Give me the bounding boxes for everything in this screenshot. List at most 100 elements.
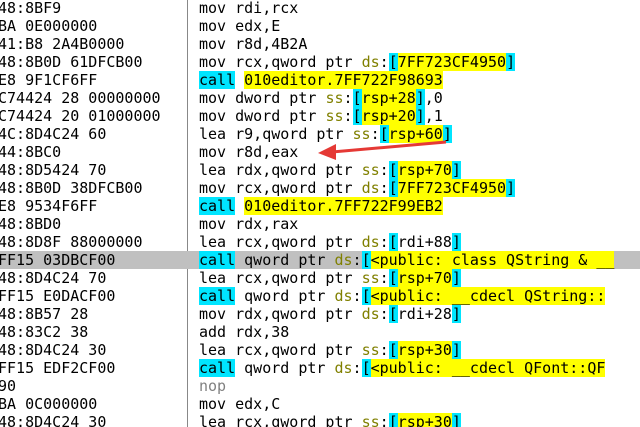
instruction-row[interactable]: 48:8BF9 mov rdi,rcx	[0, 0, 640, 17]
instruction-disasm: call qword ptr ds:[<public: class QStrin…	[199, 251, 615, 269]
instruction-row[interactable]: 48:8D8F 88000000 lea rcx,qword ptr ds:[rd…	[0, 233, 640, 251]
instruction-bytes: 48:8D5424 70	[0, 161, 107, 179]
instruction-operands: qword ptr ds:[<public: __cdecl QFont::QF	[244, 359, 606, 377]
instruction-bytes: 48:8D8F 88000000	[0, 233, 143, 251]
instruction-disasm: mov dword ptr ss:[rsp+28],0	[199, 89, 443, 107]
instruction-bytes: 48:8B0D 38DFCB00	[0, 179, 143, 197]
instruction-bytes: E8 9534F6FF	[0, 197, 98, 215]
instruction-disasm: call 010editor.7FF722F98693	[199, 71, 443, 89]
instruction-disasm: lea rcx,qword ptr ss:[rsp+30]	[199, 341, 461, 359]
instruction-mnemonic: lea	[199, 161, 227, 179]
instruction-bytes: C74424 28 00000000	[0, 89, 161, 107]
instruction-bytes: 48:8B57 28	[0, 305, 89, 323]
instruction-operands: 010editor.7FF722F98693	[244, 71, 443, 89]
instruction-disasm: lea rdx,qword ptr ss:[rsp+70]	[199, 161, 461, 179]
instruction-mnemonic: add	[199, 323, 227, 341]
instruction-bytes: 90	[0, 377, 17, 395]
instruction-bytes: 48:8D4C24 30	[0, 341, 107, 359]
instruction-row[interactable]: 90 nop	[0, 377, 640, 395]
instruction-mnemonic: mov	[199, 107, 227, 125]
instruction-bytes: 41:B8 2A4B0000	[0, 35, 125, 53]
instruction-bytes: E8 9F1CF6FF	[0, 71, 98, 89]
instruction-disasm: call qword ptr ds:[<public: __cdecl QStr…	[199, 287, 606, 305]
instruction-mnemonic: mov	[199, 179, 227, 197]
instruction-bytes: 44:8BC0	[0, 143, 62, 161]
instruction-bytes: BA 0C000000	[0, 395, 98, 413]
instruction-row[interactable]: 48:8B0D 38DFCB00 mov rcx,qword ptr ds:[7F…	[0, 179, 640, 197]
instruction-mnemonic: call	[199, 251, 236, 269]
instruction-mnemonic: lea	[199, 413, 227, 427]
instruction-disasm: call 010editor.7FF722F99EB2	[199, 197, 443, 215]
instruction-row[interactable]: 48:83C2 38 add rdx,38	[0, 323, 640, 341]
instruction-disasm: mov rcx,qword ptr ds:[7FF723CF4950]	[199, 53, 516, 71]
instruction-operands: rcx,qword ptr ss:[rsp+30]	[235, 413, 461, 427]
instruction-disasm: nop	[199, 377, 235, 395]
instruction-operands: dword ptr ss:[rsp+20],1	[235, 107, 443, 125]
instruction-operands: rcx,qword ptr ds:[rdi+88]	[235, 233, 461, 251]
instruction-row[interactable]: E8 9F1CF6FF call 010editor.7FF722F98693	[0, 71, 640, 89]
instruction-disasm: mov rdx,qword ptr ds:[rdi+28]	[199, 305, 461, 323]
instruction-row[interactable]: FF15 E0DACF00 call qword ptr ds:[<public:…	[0, 287, 640, 305]
instruction-mnemonic: mov	[199, 395, 227, 413]
instruction-mnemonic: call	[199, 71, 236, 89]
instruction-row[interactable]: C74424 20 01000000 mov dword ptr ss:[rsp+…	[0, 107, 640, 125]
instruction-operands: edx,C	[235, 395, 281, 413]
instruction-bytes: FF15 03DBCF00	[0, 251, 116, 269]
instruction-operands: r8d,eax	[235, 143, 299, 161]
disassembly-view[interactable]: 48:8BF9 mov rdi,rcx BA 0E000000 mov edx,E 41…	[0, 0, 640, 427]
instruction-bytes: 48:8BD0	[0, 215, 62, 233]
instruction-row[interactable]: FF15 03DBCF00 call qword ptr ds:[<public:…	[0, 251, 640, 269]
instruction-operands: dword ptr ss:[rsp+28],0	[235, 89, 443, 107]
instruction-disasm: mov dword ptr ss:[rsp+20],1	[199, 107, 443, 125]
instruction-row[interactable]: FF15 EDF2CF00 call qword ptr ds:[<public:…	[0, 359, 640, 377]
instruction-row[interactable]: 48:8D4C24 30 lea rcx,qword ptr ss:[rsp+30…	[0, 341, 640, 359]
instruction-row[interactable]: E8 9534F6FF call 010editor.7FF722F99EB2	[0, 197, 640, 215]
instruction-mnemonic: call	[199, 287, 236, 305]
instruction-row[interactable]: 41:B8 2A4B0000 mov r8d,4B2A	[0, 35, 640, 53]
instruction-operands: rcx,qword ptr ss:[rsp+30]	[235, 341, 461, 359]
instruction-bytes: FF15 E0DACF00	[0, 287, 116, 305]
instruction-row[interactable]: BA 0E000000 mov edx,E	[0, 17, 640, 35]
instruction-operands: qword ptr ds:[<public: __cdecl QString::	[244, 287, 606, 305]
instruction-bytes: C74424 20 01000000	[0, 107, 161, 125]
instruction-disasm: lea rcx,qword ptr ss:[rsp+70]	[199, 269, 461, 287]
instruction-operands: rdx,rax	[235, 215, 299, 233]
instruction-disasm: lea rcx,qword ptr ds:[rdi+88]	[199, 233, 461, 251]
instruction-mnemonic: mov	[199, 305, 227, 323]
instruction-disasm: mov r8d,eax	[199, 143, 298, 161]
instruction-bytes: 48:83C2 38	[0, 323, 89, 341]
instruction-operands: rdx,qword ptr ss:[rsp+70]	[235, 161, 461, 179]
instruction-bytes: 48:8B0D 61DFCB00	[0, 53, 143, 71]
instruction-bytes: 48:8D4C24 70	[0, 269, 107, 287]
instruction-row[interactable]: 48:8BD0 mov rdx,rax	[0, 215, 640, 233]
instruction-operands: rcx,qword ptr ds:[7FF723CF4950]	[235, 179, 516, 197]
instruction-operands: rcx,qword ptr ds:[7FF723CF4950]	[235, 53, 516, 71]
instruction-operands: edx,E	[235, 17, 281, 35]
instruction-operands: rdi,rcx	[235, 0, 299, 17]
instruction-operands: qword ptr ds:[<public: class QString & _…	[244, 251, 615, 269]
instruction-disasm: mov rdx,rax	[199, 215, 298, 233]
red-arrow-annotation	[318, 140, 447, 160]
instruction-row[interactable]: C74424 28 00000000 mov dword ptr ss:[rsp+…	[0, 89, 640, 107]
instruction-row[interactable]: 48:8D4C24 30 lea rcx,qword ptr ss:[rsp+30…	[0, 413, 640, 427]
instruction-disasm: mov rdi,rcx	[199, 0, 298, 17]
instruction-row[interactable]: BA 0C000000 mov edx,C	[0, 395, 640, 413]
instruction-bytes: 48:8BF9	[0, 0, 62, 17]
instruction-operands: rcx,qword ptr ss:[rsp+70]	[235, 269, 461, 287]
instruction-mnemonic: call	[199, 359, 236, 377]
instruction-mnemonic: mov	[199, 35, 227, 53]
instruction-row[interactable]: 48:8D5424 70 lea rdx,qword ptr ss:[rsp+70…	[0, 161, 640, 179]
instruction-row[interactable]: 48:8D4C24 70 lea rcx,qword ptr ss:[rsp+70…	[0, 269, 640, 287]
instruction-bytes: 4C:8D4C24 60	[0, 125, 107, 143]
instruction-mnemonic: mov	[199, 17, 227, 35]
instruction-mnemonic: mov	[199, 89, 227, 107]
instruction-mnemonic: lea	[199, 269, 227, 287]
instruction-disasm: mov r8d,4B2A	[199, 35, 307, 53]
instruction-mnemonic: nop	[199, 377, 227, 395]
instruction-row[interactable]: 48:8B57 28 mov rdx,qword ptr ds:[rdi+28]	[0, 305, 640, 323]
instruction-row[interactable]: 48:8B0D 61DFCB00 mov rcx,qword ptr ds:[7F…	[0, 53, 640, 71]
instruction-mnemonic: lea	[199, 125, 227, 143]
instruction-bytes: FF15 EDF2CF00	[0, 359, 116, 377]
instruction-disasm: call qword ptr ds:[<public: __cdecl QFon…	[199, 359, 606, 377]
instruction-disasm: add rdx,38	[199, 323, 289, 341]
